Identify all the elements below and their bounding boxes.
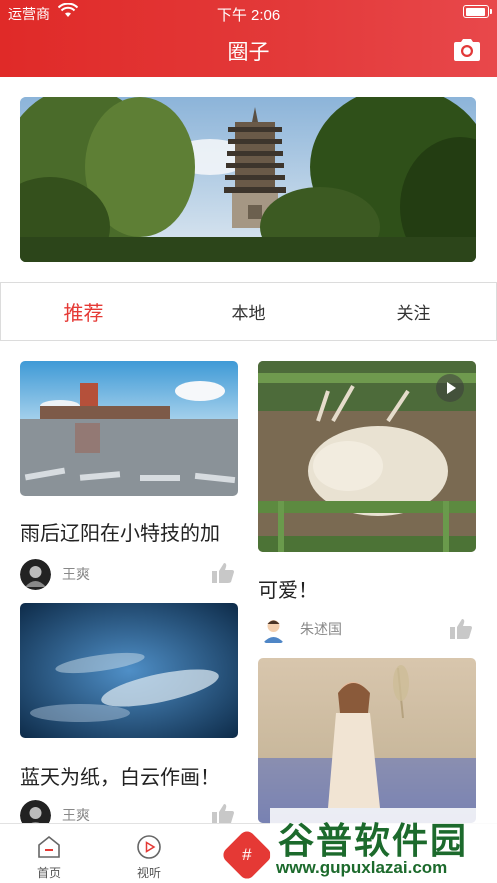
thumbs-up-icon[interactable] <box>211 803 235 825</box>
home-icon <box>38 835 60 858</box>
watermark: 谷普软件园 www.gupuxlazai.com <box>270 808 497 883</box>
card-author: 朱述国 <box>258 613 342 645</box>
play-circle-icon <box>137 835 161 859</box>
header: 运营商 下午 2:06 圈子 <box>0 0 497 77</box>
tab-local[interactable]: 本地 <box>166 299 331 324</box>
rainy-plaza-photo <box>20 361 238 496</box>
card-title: 雨后辽阳在小特技的加 <box>20 523 220 545</box>
feed-card[interactable]: 雨后辽阳在小特技的加 王爽 <box>20 361 238 591</box>
deer-photo <box>258 361 476 552</box>
feed-tabs: 推荐 本地 关注 <box>0 282 497 341</box>
nav-label: 首页 <box>36 866 61 880</box>
watermark-url: www.gupuxlazai.com <box>276 858 448 877</box>
card-author: 王爽 <box>20 558 90 590</box>
author-name: 王爽 <box>62 566 90 582</box>
status-time: 下午 2:06 <box>216 7 281 24</box>
nav-media[interactable]: 视听 <box>119 834 179 881</box>
feed-card[interactable]: 蓝天为纸，白云作画！ 王爽 <box>20 603 238 831</box>
girl-flower-field-photo <box>258 658 476 823</box>
card-title: 可爱！ <box>258 580 318 602</box>
tab-recommended[interactable]: 推荐 <box>1 297 166 326</box>
banner-pagoda-image[interactable] <box>20 97 476 262</box>
camera-icon[interactable] <box>452 37 482 63</box>
status-bar: 运营商 下午 2:06 <box>0 0 497 26</box>
feed-card[interactable]: 可爱！ 朱述国 <box>258 361 476 646</box>
watermark-title: 谷普软件园 <box>278 820 469 861</box>
card-title: 蓝天为纸，白云作画！ <box>20 767 220 789</box>
avatar <box>258 613 289 645</box>
nav-home[interactable]: 首页 <box>19 834 79 881</box>
author-name: 朱述国 <box>300 621 342 637</box>
thumbs-up-icon[interactable] <box>211 562 235 584</box>
thumbs-up-icon[interactable] <box>449 618 473 640</box>
hashtag-icon: # <box>242 845 252 864</box>
feed-card[interactable] <box>258 658 476 823</box>
pagoda-illustration <box>20 97 476 262</box>
play-icon[interactable] <box>436 374 464 402</box>
page-title: 圈子 <box>227 41 270 64</box>
tab-following[interactable]: 关注 <box>331 299 496 324</box>
avatar <box>20 558 51 590</box>
battery-level <box>465 7 485 16</box>
blue-sky-clouds-photo <box>20 603 238 738</box>
nav-label: 视听 <box>136 866 161 880</box>
battery-icon <box>463 5 492 18</box>
circle-hashtag-button[interactable]: # <box>220 828 274 882</box>
author-name: 王爽 <box>62 807 90 823</box>
